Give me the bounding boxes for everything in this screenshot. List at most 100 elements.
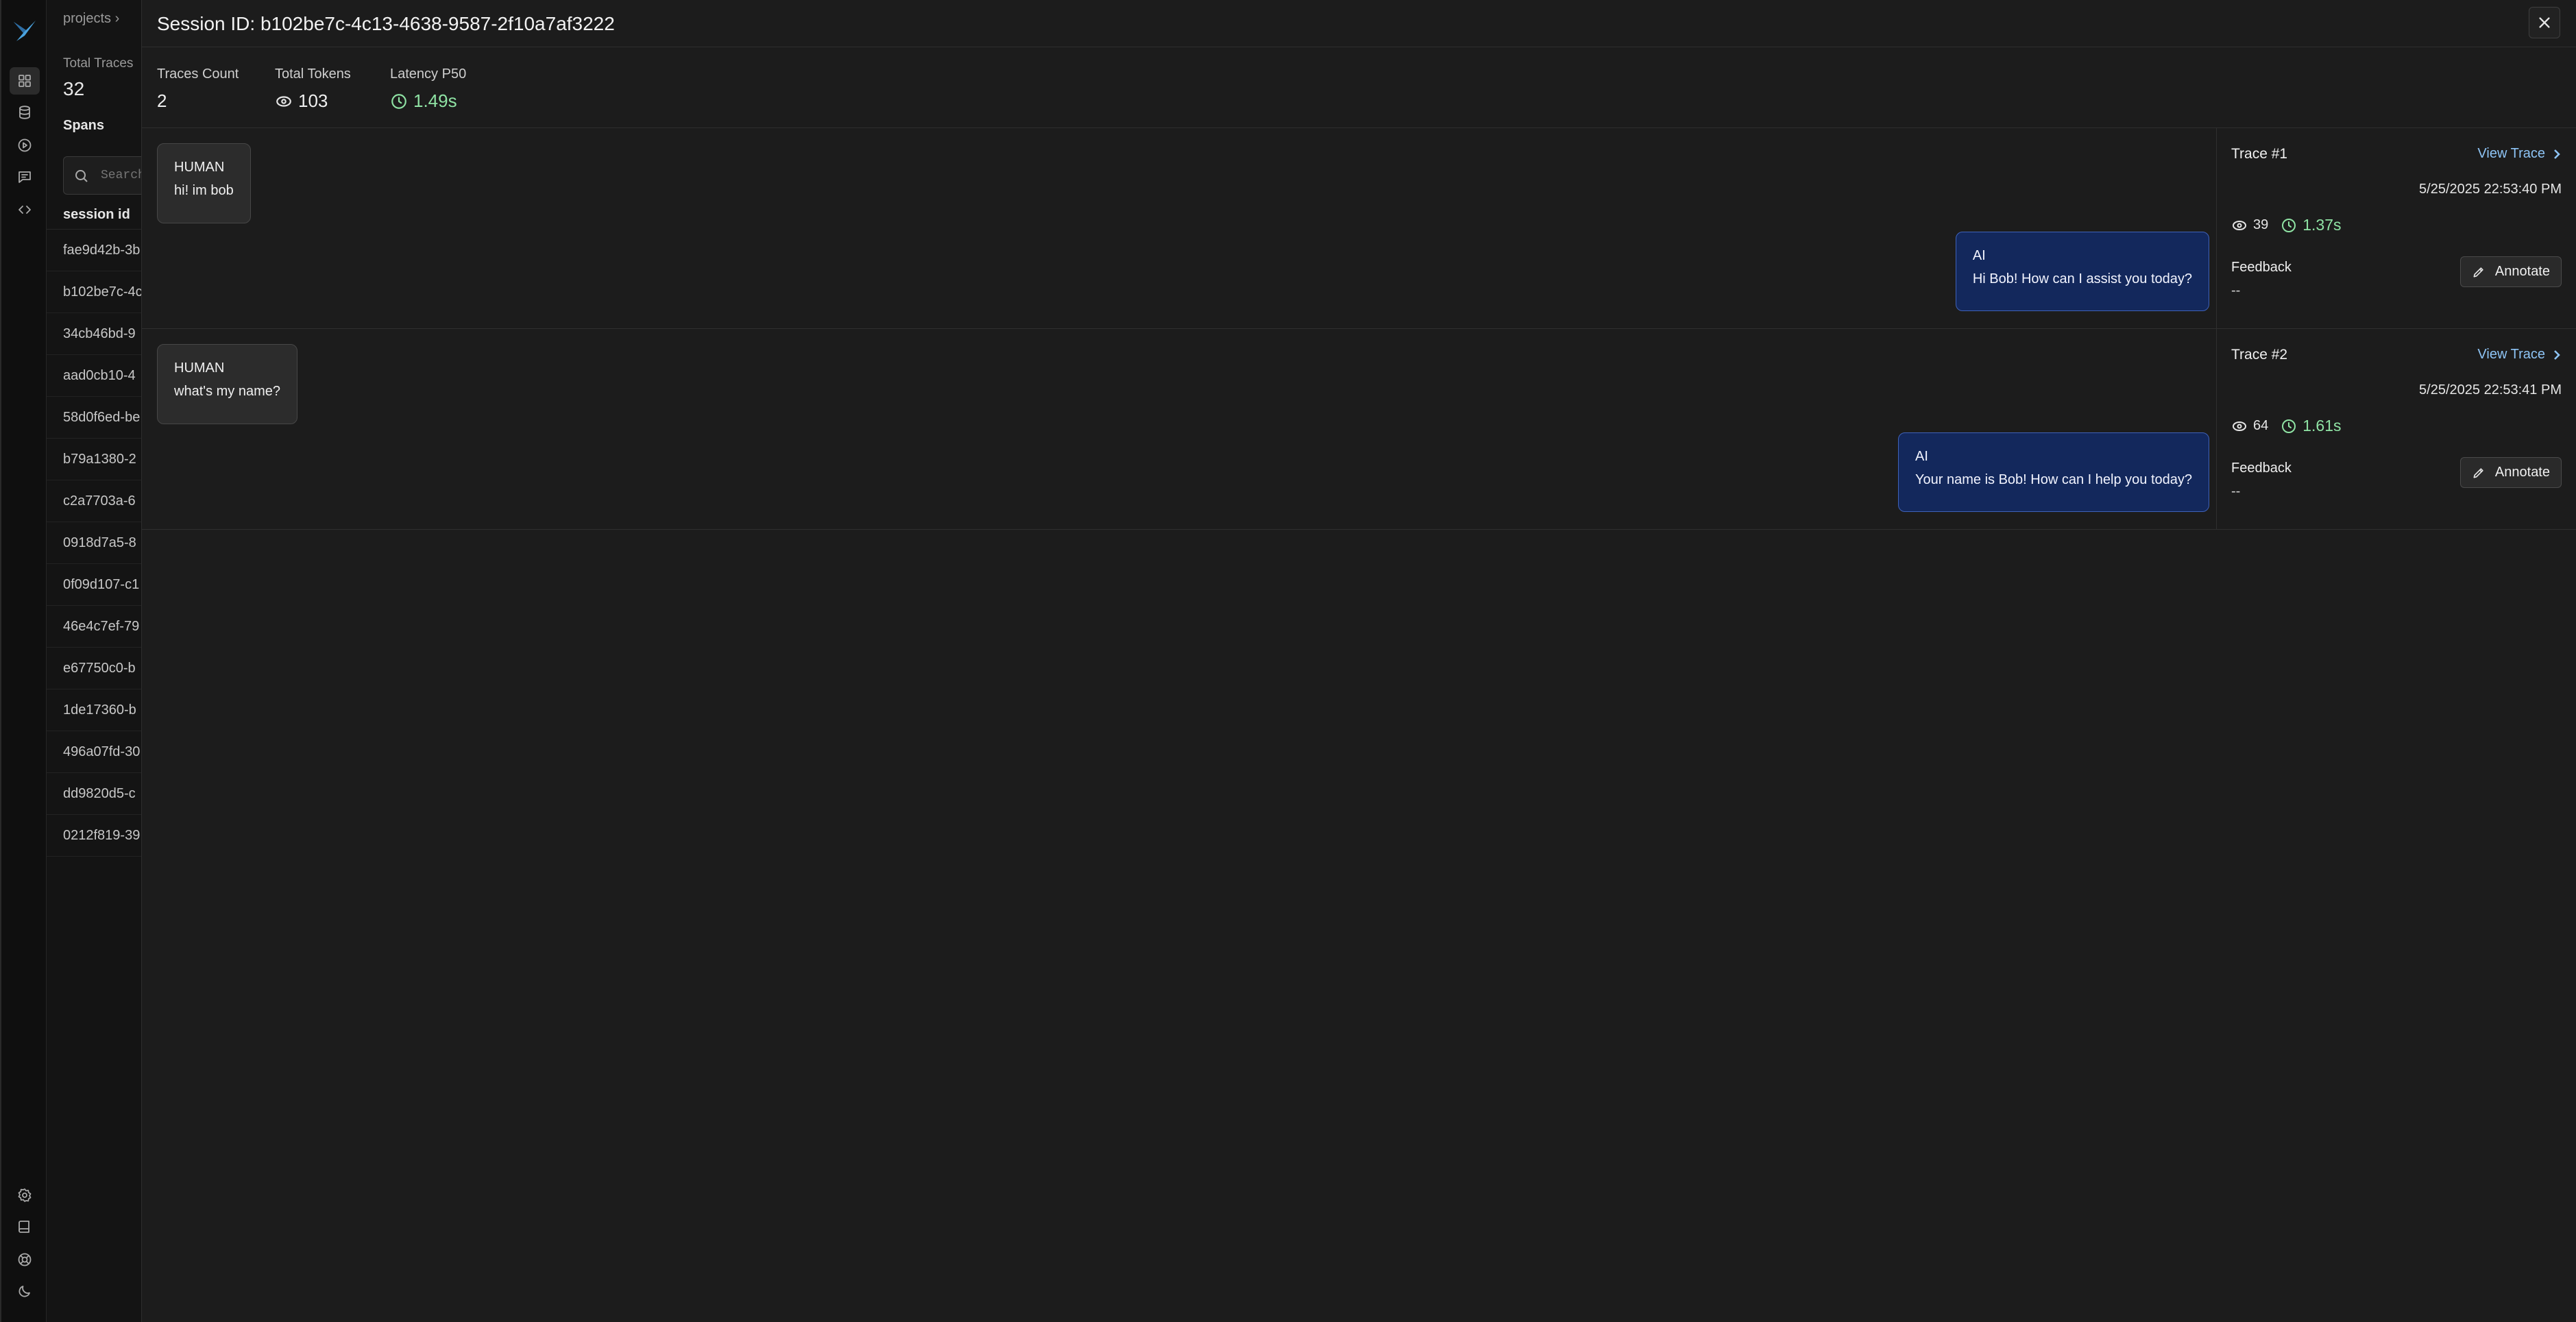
message-text: what's my name? (174, 384, 280, 399)
book-icon (19, 1221, 29, 1233)
app-sidebar (0, 0, 47, 1322)
table-row[interactable]: c2a7703a-6 (47, 480, 143, 522)
annotate-button[interactable]: Annotate (2459, 457, 2562, 488)
feedback-label: Feedback (2231, 260, 2292, 275)
moon-icon (19, 1286, 30, 1297)
trace-metrics: 64 1.61s (2231, 417, 2342, 435)
message-text: hi! im bob (174, 183, 234, 198)
trace-row-1: HUMAN hi! im bob AI Hi Bob! How can I as… (142, 128, 2576, 329)
rail-experiments-button[interactable] (10, 132, 40, 159)
table-row[interactable]: 0918d7a5-8 (47, 522, 143, 564)
feedback-value: -- (2231, 283, 2241, 298)
message-icon (19, 171, 31, 183)
column-header-session-id[interactable]: session id (63, 207, 130, 223)
divider (2216, 329, 2217, 530)
pencil-icon (2473, 467, 2483, 478)
breadcrumb[interactable]: projects › (63, 11, 119, 27)
table-row[interactable]: b79a1380-2 (47, 439, 143, 480)
token-icon (276, 95, 291, 107)
total-tokens-label: Total Tokens (275, 66, 351, 82)
table-row[interactable]: 58d0f6ed-be (47, 397, 143, 439)
search-input[interactable] (101, 165, 143, 186)
ai-message-bubble: AI Hi Bob! How can I assist you today? (1955, 232, 2209, 311)
table-row[interactable]: 0f09d107-c1 (47, 564, 143, 606)
close-icon (2539, 17, 2550, 28)
table-row[interactable]: dd9820d5-c (47, 773, 143, 815)
table-row[interactable]: 34cb46bd-9 (47, 313, 143, 355)
table-row[interactable]: b102be7c-4c (47, 271, 143, 313)
human-message-bubble: HUMAN what's my name? (157, 344, 297, 424)
latency-value: 1.49s (413, 90, 457, 111)
tab-spans[interactable]: Spans (63, 118, 104, 134)
traces-count-value: 2 (157, 90, 167, 111)
rail-settings-button[interactable] (10, 1182, 40, 1209)
total-traces-label: Total Traces (63, 56, 134, 71)
rail-theme-toggle[interactable] (10, 1277, 40, 1305)
message-text: Your name is Bob! How can I help you tod… (1915, 472, 2192, 487)
annotate-button[interactable]: Annotate (2459, 256, 2562, 287)
settings-icon (18, 1188, 32, 1202)
rail-apis-button[interactable] (10, 196, 40, 223)
clock-icon (2282, 419, 2296, 433)
message-role: HUMAN (174, 160, 225, 175)
table-row[interactable]: aad0cb10-4 (47, 355, 143, 397)
rail-prompts-button[interactable] (10, 163, 40, 191)
view-trace-label: View Trace (2477, 146, 2545, 161)
trace-token-count: 64 (2253, 418, 2269, 433)
divider (2216, 128, 2217, 329)
table-row[interactable]: e67750c0-b (47, 648, 143, 689)
message-role: AI (1915, 449, 1928, 464)
page-title: Session ID: b102be7c-4c13-4638-9587-2f10… (157, 13, 615, 34)
trace-timestamp: 5/25/2025 22:53:41 PM (2419, 382, 2562, 397)
human-message-bubble: HUMAN hi! im bob (157, 143, 251, 223)
database-icon (19, 106, 30, 119)
pencil-icon (2473, 267, 2483, 277)
token-icon (2233, 220, 2246, 230)
app-logo-icon[interactable] (11, 16, 38, 44)
total-traces-value: 32 (63, 78, 85, 99)
table-row[interactable]: 46e4c7ef-79 (47, 606, 143, 648)
session-search[interactable] (63, 156, 143, 195)
stat-latency-p50: Latency P50 1.49s (390, 66, 466, 112)
trace-metrics: 39 1.37s (2231, 216, 2342, 234)
clock-icon (391, 93, 406, 109)
close-button[interactable] (2529, 7, 2560, 38)
feedback-label: Feedback (2231, 461, 2292, 476)
rail-support-button[interactable] (10, 1246, 40, 1273)
table-row[interactable]: 496a07fd-30 (47, 731, 143, 773)
rail-datasets-button[interactable] (10, 99, 40, 126)
trace-latency: 1.61s (2302, 417, 2342, 434)
chevron-right-icon (2554, 149, 2560, 159)
latency-label: Latency P50 (390, 66, 467, 82)
trace-label: Trace #2 (2231, 347, 2288, 363)
search-icon (75, 170, 88, 182)
table-row[interactable]: fae9d42b-3b (47, 230, 143, 271)
session-stats: Traces Count 2 Total Tokens 103 Latency … (142, 47, 2576, 128)
support-icon (18, 1253, 32, 1266)
trace-timestamp: 5/25/2025 22:53:40 PM (2419, 182, 2562, 197)
message-role: HUMAN (174, 360, 225, 376)
table-row[interactable]: 1de17360-b (47, 689, 143, 731)
rail-projects-button[interactable] (10, 67, 40, 95)
panel-header: Session ID: b102be7c-4c13-4638-9587-2f10… (142, 0, 2576, 47)
grid-icon (19, 75, 31, 87)
view-trace-link[interactable]: View Trace (2477, 347, 2562, 363)
traces-count-label: Traces Count (157, 66, 239, 82)
chevron-right-icon (2554, 350, 2560, 360)
trace-latency: 1.37s (2302, 216, 2342, 234)
session-detail-panel: Session ID: b102be7c-4c13-4638-9587-2f10… (141, 0, 2576, 1322)
trace-meta: Trace #2 View Trace 5/25/2025 22:53:41 P… (2231, 329, 2562, 530)
feedback-value: -- (2231, 484, 2241, 499)
view-trace-label: View Trace (2477, 347, 2545, 362)
session-table-body: fae9d42b-3b b102be7c-4c 34cb46bd-9 aad0c… (47, 229, 143, 857)
trace-row-2: HUMAN what's my name? AI Your name is Bo… (142, 329, 2576, 530)
view-trace-link[interactable]: View Trace (2477, 146, 2562, 162)
table-row[interactable]: 0212f819-39 (47, 815, 143, 857)
play-circle-icon (18, 138, 32, 152)
stat-total-tokens: Total Tokens 103 (275, 66, 351, 112)
trace-token-count: 39 (2253, 217, 2269, 232)
rail-docs-button[interactable] (10, 1213, 40, 1240)
ai-message-bubble: AI Your name is Bob! How can I help you … (1898, 432, 2209, 512)
annotate-label: Annotate (2494, 465, 2550, 480)
token-icon (2233, 421, 2246, 431)
